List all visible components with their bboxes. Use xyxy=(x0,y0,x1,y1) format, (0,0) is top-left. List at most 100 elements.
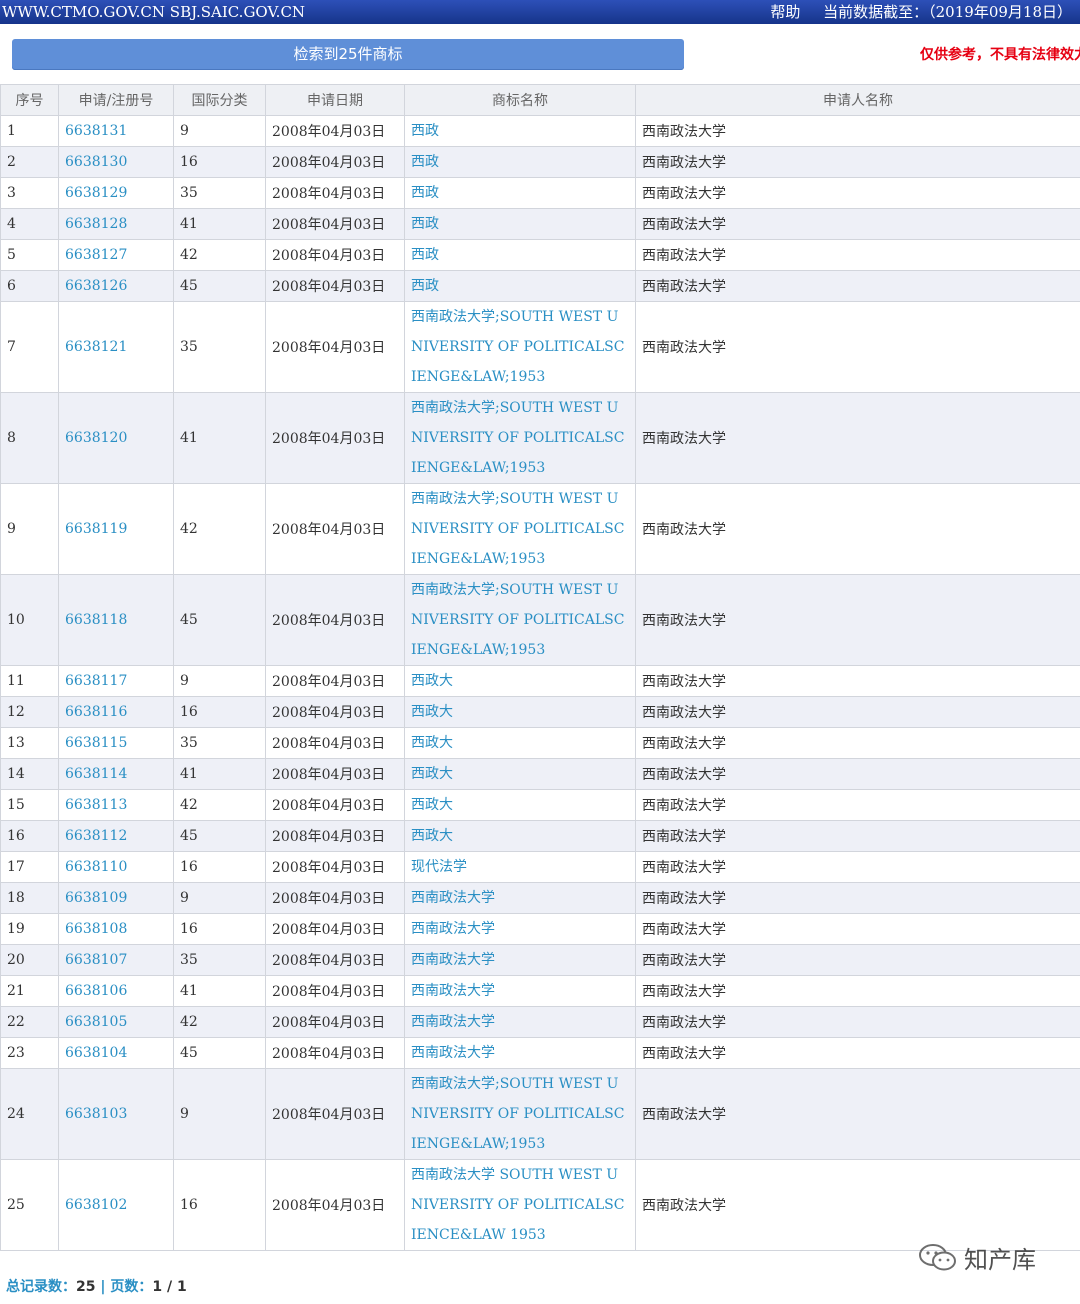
row-reg-no-link[interactable]: 6638116 xyxy=(65,704,127,720)
row-reg-no-link[interactable]: 6638107 xyxy=(65,952,127,968)
row-seq-cell: 14 xyxy=(0,758,59,790)
row-trademark-link[interactable]: 西政 xyxy=(411,154,439,170)
row-class-cell: 41 xyxy=(173,208,266,240)
row-trademark-link[interactable]: 西政大 xyxy=(411,673,453,689)
row-date-cell: 2008年04月03日 xyxy=(265,727,405,759)
row-date-cell: 2008年04月03日 xyxy=(265,1006,405,1038)
row-trademark-link[interactable]: 西政 xyxy=(411,123,439,139)
row-reg-no-link[interactable]: 6638108 xyxy=(65,921,127,937)
row-seq-cell: 7 xyxy=(0,301,59,393)
row-trademark-link[interactable]: 西政 xyxy=(411,247,439,263)
row-reg-no-link[interactable]: 6638127 xyxy=(65,247,127,263)
col-header-trademark: 商标名称 xyxy=(404,84,636,116)
row-trademark-link[interactable]: 西政大 xyxy=(411,828,453,844)
row-applicant-cell: 西南政法大学 xyxy=(635,696,1080,728)
row-reg-no-link[interactable]: 6638120 xyxy=(65,430,127,446)
row-trademark-link[interactable]: 西南政法大学 SOUTH WEST UNIVERSITY OF POLITICA… xyxy=(411,1167,624,1243)
row-seq-cell: 20 xyxy=(0,944,59,976)
row-applicant-cell: 西南政法大学 xyxy=(635,301,1080,393)
row-trademark-link[interactable]: 现代法学 xyxy=(411,859,467,875)
result-count-button[interactable]: 检索到25件商标 xyxy=(12,39,684,70)
row-trademark-link[interactable]: 西政 xyxy=(411,185,439,201)
table-row: 9 6638119 42 2008年04月03日 西南政法大学;SOUTH WEST U… xyxy=(0,483,1080,575)
table-row: 22 6638105 42 2008年04月03日 西南政法大学 西南政法大学 xyxy=(0,1006,1080,1038)
row-trademark-link[interactable]: 西南政法大学;SOUTH WEST UNIVERSITY OF POLITICA… xyxy=(411,1076,624,1152)
results-table: 序号 申请/注册号 国际分类 申请日期 商标名称 申请人名称 1 6638131 9… xyxy=(0,84,1080,1251)
row-class-cell: 9 xyxy=(173,115,266,147)
col-header-reg-no: 申请/注册号 xyxy=(58,84,174,116)
row-reg-no-link[interactable]: 6638128 xyxy=(65,216,127,232)
row-reg-no-cell: 6638129 xyxy=(58,177,174,209)
row-trademark-link[interactable]: 西政大 xyxy=(411,735,453,751)
row-date-cell: 2008年04月03日 xyxy=(265,1068,405,1160)
row-reg-no-link[interactable]: 6638110 xyxy=(65,859,127,875)
row-trademark-link[interactable]: 西南政法大学;SOUTH WEST UNIVERSITY OF POLITICA… xyxy=(411,491,624,567)
row-applicant-cell: 西南政法大学 xyxy=(635,727,1080,759)
row-reg-no-link[interactable]: 6638109 xyxy=(65,890,127,906)
row-trademark-link[interactable]: 西南政法大学 xyxy=(411,890,495,906)
row-date-cell: 2008年04月03日 xyxy=(265,975,405,1007)
row-reg-no-link[interactable]: 6638126 xyxy=(65,278,127,294)
row-reg-no-link[interactable]: 6638105 xyxy=(65,1014,127,1030)
row-trademark-link[interactable]: 西南政法大学 xyxy=(411,921,495,937)
row-date-cell: 2008年04月03日 xyxy=(265,208,405,240)
row-reg-no-link[interactable]: 6638102 xyxy=(65,1197,127,1213)
row-reg-no-cell: 6638109 xyxy=(58,882,174,914)
row-date-cell: 2008年04月03日 xyxy=(265,574,405,666)
row-trademark-link[interactable]: 西南政法大学 xyxy=(411,1045,495,1061)
table-row: 7 6638121 35 2008年04月03日 西南政法大学;SOUTH WEST U… xyxy=(0,301,1080,393)
row-class-cell: 41 xyxy=(173,758,266,790)
table-row: 4 6638128 41 2008年04月03日 西政 西南政法大学 xyxy=(0,208,1080,240)
help-link[interactable]: 帮助 xyxy=(770,3,800,21)
row-reg-no-link[interactable]: 6638113 xyxy=(65,797,127,813)
row-class-cell: 16 xyxy=(173,1159,266,1251)
row-reg-no-link[interactable]: 6638115 xyxy=(65,735,127,751)
row-trademark-link[interactable]: 西南政法大学;SOUTH WEST UNIVERSITY OF POLITICA… xyxy=(411,582,624,658)
row-seq-cell: 2 xyxy=(0,146,59,178)
row-trademark-link[interactable]: 西政大 xyxy=(411,797,453,813)
row-reg-no-link[interactable]: 6638119 xyxy=(65,521,127,537)
row-trademark-cell: 西南政法大学;SOUTH WEST UNIVERSITY OF POLITICA… xyxy=(404,392,636,484)
row-trademark-link[interactable]: 西南政法大学 xyxy=(411,952,495,968)
row-class-cell: 45 xyxy=(173,574,266,666)
row-trademark-cell: 西南政法大学 xyxy=(404,1037,636,1069)
row-applicant-cell: 西南政法大学 xyxy=(635,944,1080,976)
row-trademark-link[interactable]: 西政 xyxy=(411,216,439,232)
row-reg-no-link[interactable]: 6638106 xyxy=(65,983,127,999)
row-applicant-cell: 西南政法大学 xyxy=(635,392,1080,484)
row-reg-no-cell: 6638108 xyxy=(58,913,174,945)
row-trademark-link[interactable]: 西政大 xyxy=(411,766,453,782)
total-records-label: 总记录数： xyxy=(6,1279,76,1295)
row-reg-no-link[interactable]: 6638121 xyxy=(65,339,127,355)
row-reg-no-link[interactable]: 6638117 xyxy=(65,673,127,689)
row-trademark-link[interactable]: 西南政法大学;SOUTH WEST UNIVERSITY OF POLITICA… xyxy=(411,400,624,476)
row-seq-cell: 19 xyxy=(0,913,59,945)
row-reg-no-link[interactable]: 6638130 xyxy=(65,154,127,170)
row-date-cell: 2008年04月03日 xyxy=(265,1159,405,1251)
row-reg-no-cell: 6638110 xyxy=(58,851,174,883)
row-trademark-link[interactable]: 西南政法大学 xyxy=(411,1014,495,1030)
row-reg-no-cell: 6638107 xyxy=(58,944,174,976)
row-trademark-cell: 西南政法大学 SOUTH WEST UNIVERSITY OF POLITICA… xyxy=(404,1159,636,1251)
row-reg-no-cell: 6638126 xyxy=(58,270,174,302)
row-seq-cell: 12 xyxy=(0,696,59,728)
row-seq-cell: 23 xyxy=(0,1037,59,1069)
row-trademark-link[interactable]: 西南政法大学 xyxy=(411,983,495,999)
row-reg-no-link[interactable]: 6638103 xyxy=(65,1106,127,1122)
row-reg-no-link[interactable]: 6638118 xyxy=(65,612,127,628)
row-reg-no-cell: 6638113 xyxy=(58,789,174,821)
row-trademark-cell: 西政大 xyxy=(404,789,636,821)
row-trademark-link[interactable]: 西政 xyxy=(411,278,439,294)
row-reg-no-link[interactable]: 6638131 xyxy=(65,123,127,139)
row-reg-no-link[interactable]: 6638129 xyxy=(65,185,127,201)
row-trademark-link[interactable]: 西南政法大学;SOUTH WEST UNIVERSITY OF POLITICA… xyxy=(411,309,624,385)
row-seq-cell: 6 xyxy=(0,270,59,302)
row-reg-no-link[interactable]: 6638112 xyxy=(65,828,127,844)
row-reg-no-link[interactable]: 6638104 xyxy=(65,1045,127,1061)
row-trademark-link[interactable]: 西政大 xyxy=(411,704,453,720)
row-reg-no-link[interactable]: 6638114 xyxy=(65,766,127,782)
table-row: 6 6638126 45 2008年04月03日 西政 西南政法大学 xyxy=(0,270,1080,302)
row-reg-no-cell: 6638117 xyxy=(58,665,174,697)
row-reg-no-cell: 6638116 xyxy=(58,696,174,728)
row-trademark-cell: 西南政法大学;SOUTH WEST UNIVERSITY OF POLITICA… xyxy=(404,574,636,666)
